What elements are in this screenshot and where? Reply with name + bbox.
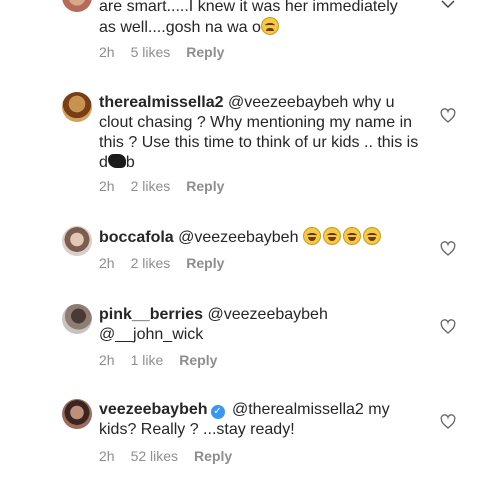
chevron-down-icon[interactable]	[440, 0, 456, 14]
comment-meta: 2h 5 likes Reply	[99, 44, 224, 60]
avatar[interactable]	[62, 399, 92, 429]
avatar[interactable]	[62, 0, 92, 12]
crying-face-emoji-icon	[260, 17, 279, 35]
likes-count[interactable]: 2 likes	[131, 178, 171, 194]
comment-text: therealmissella2 @veezeebaybeh why u clo…	[99, 94, 419, 171]
heart-outline-icon[interactable]	[440, 108, 456, 124]
laughing-face-emoji-icon	[322, 227, 341, 245]
comment-time: 2h	[99, 448, 115, 464]
reply-button[interactable]: Reply	[186, 44, 224, 60]
redacted-scribble	[107, 154, 126, 168]
avatar[interactable]	[62, 304, 92, 334]
comment-time: 2h	[99, 44, 115, 60]
laughing-face-emoji-icon	[362, 227, 381, 245]
likes-count[interactable]: 2 likes	[131, 255, 171, 271]
laughing-face-emoji-icon	[342, 227, 361, 245]
laughing-face-emoji-icon	[302, 227, 321, 245]
comment-meta: 2h 2 likes Reply	[99, 255, 224, 271]
avatar[interactable]	[62, 92, 92, 122]
comment-username[interactable]: boccafola	[99, 229, 174, 246]
heart-outline-icon[interactable]	[440, 414, 456, 430]
likes-count[interactable]: 5 likes	[131, 44, 171, 60]
heart-outline-icon[interactable]	[440, 241, 456, 257]
comment-username[interactable]: therealmissella2	[99, 94, 224, 111]
comment-username[interactable]: veezeebaybeh	[99, 401, 208, 418]
likes-count[interactable]: 52 likes	[131, 448, 178, 464]
verified-badge-icon: ✓	[210, 405, 225, 419]
comment-text: veezeebaybeh ✓ @therealmissella2 my kids?…	[99, 401, 390, 438]
reply-button[interactable]: Reply	[194, 448, 232, 464]
comment-time: 2h	[99, 255, 115, 271]
comment-username[interactable]: pink__berries	[99, 306, 203, 323]
reply-button[interactable]: Reply	[186, 178, 224, 194]
comment-meta: 2h 2 likes Reply	[99, 178, 224, 194]
comment-text: are smart.....I knew it was her immediat…	[99, 0, 398, 36]
comment-time: 2h	[99, 352, 115, 368]
comment-text: boccafola @veezeebaybeh	[99, 227, 419, 248]
reply-button[interactable]: Reply	[179, 352, 217, 368]
comment-time: 2h	[99, 178, 115, 194]
comment-text: pink__berries @veezeebaybeh @__john_wick	[99, 306, 328, 343]
reply-button[interactable]: Reply	[186, 255, 224, 271]
heart-outline-icon[interactable]	[440, 319, 456, 335]
likes-count[interactable]: 1 like	[131, 352, 164, 368]
avatar[interactable]	[62, 226, 92, 256]
comment-meta: 2h 1 like Reply	[99, 352, 217, 368]
comment-meta: 2h 52 likes Reply	[99, 448, 232, 464]
